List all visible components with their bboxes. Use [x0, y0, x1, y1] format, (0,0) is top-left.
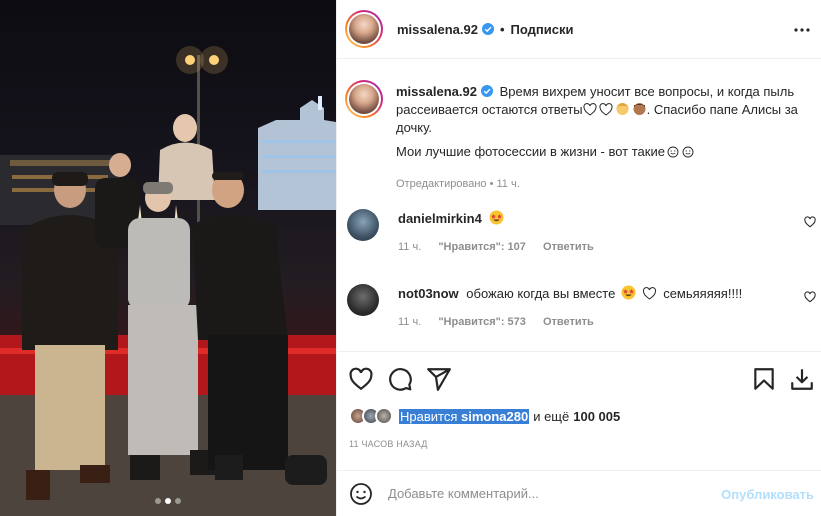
comment-time: 11 ч. — [398, 241, 422, 253]
likes-suffix: и ещё — [533, 408, 570, 424]
comment-text: обожаю когда вы вместе — [466, 286, 616, 301]
white-heart-icon — [642, 287, 656, 300]
liker-avatars — [349, 407, 393, 425]
heart-icon[interactable] — [804, 291, 816, 303]
smile-emoji-icon — [667, 146, 679, 158]
comment-input[interactable] — [388, 486, 708, 501]
smile-emoji-icon — [682, 146, 694, 158]
comment-item: not03now обожаю когда вы вместе семьяяяя… — [337, 280, 821, 340]
edited-label: Отредактировано — [396, 178, 487, 190]
star-struck-emoji-icon — [489, 210, 504, 225]
comment-likes[interactable]: "Нравится": 573 — [438, 316, 526, 328]
liker-username[interactable]: simona280 — [461, 409, 528, 424]
following-button[interactable]: Подписки — [511, 22, 574, 37]
post-caption: missalena.92 Время вихрем уносит все воп… — [337, 60, 821, 193]
reply-button[interactable]: Ответить — [543, 241, 594, 253]
post-panel: missalena.92 • Подписки missalena.92 Вре… — [336, 0, 821, 516]
post-actions — [337, 351, 821, 406]
likes-count[interactable]: 100 005 — [573, 409, 620, 424]
comment-item: danielmirkin4 11 ч. "Нравится": 107 Отве… — [337, 205, 821, 265]
header-separator: • — [499, 21, 505, 37]
post-photo[interactable] — [0, 0, 336, 516]
white-heart-icon — [583, 103, 597, 116]
comment-text-end: семьяяяяя!!!! — [663, 286, 743, 301]
more-options-icon[interactable] — [792, 20, 812, 40]
carousel-dot-active — [165, 498, 171, 504]
share-icon[interactable] — [426, 366, 452, 392]
verified-badge-icon — [481, 23, 494, 35]
bookmark-icon[interactable] — [751, 366, 777, 392]
comment-username[interactable]: danielmirkin4 — [398, 211, 482, 226]
carousel-dot — [175, 498, 181, 504]
commenter-avatar[interactable] — [347, 209, 379, 241]
post-separator: • — [489, 178, 494, 190]
boy-emoji-icon — [633, 103, 646, 115]
verified-badge-icon — [480, 85, 493, 97]
likes-row: Нравится simona280 и ещё 100 005 — [349, 406, 620, 426]
author-avatar[interactable] — [345, 10, 383, 48]
likes-highlight: Нравится simona280 — [399, 408, 530, 424]
likes-prefix: Нравится — [400, 408, 458, 424]
reply-button[interactable]: Ответить — [543, 316, 594, 328]
caption-text-3: Мои лучшие фотосессии в жизни - вот таки… — [396, 144, 665, 159]
comment-time: 11 ч. — [398, 316, 422, 328]
girl-emoji-icon — [616, 103, 629, 115]
commenter-avatar[interactable] — [347, 284, 379, 316]
edited-time: 11 ч. — [496, 178, 520, 190]
carousel-dots — [0, 498, 336, 504]
download-icon[interactable] — [789, 366, 815, 392]
photo-scene — [0, 46, 336, 516]
carousel-dot — [155, 498, 161, 504]
author-username[interactable]: missalena.92 — [397, 22, 478, 37]
liker-avatar[interactable] — [375, 407, 393, 425]
like-icon[interactable] — [348, 366, 374, 392]
heart-icon[interactable] — [804, 216, 816, 228]
comment-likes[interactable]: "Нравится": 107 — [438, 241, 526, 253]
caption-username[interactable]: missalena.92 — [396, 84, 477, 99]
caption-avatar[interactable] — [345, 80, 383, 118]
comment-username[interactable]: not03now — [398, 286, 459, 301]
publish-button[interactable]: Опубликовать — [721, 487, 814, 502]
comment-icon[interactable] — [387, 366, 413, 392]
add-comment-bar: Опубликовать — [337, 470, 821, 516]
emoji-picker-icon[interactable] — [349, 482, 373, 506]
white-heart-icon — [599, 103, 613, 116]
post-time-ago[interactable]: 11 ЧАСОВ НАЗАД — [349, 439, 428, 449]
star-struck-emoji-icon — [621, 285, 636, 300]
post-header: missalena.92 • Подписки — [337, 0, 821, 59]
